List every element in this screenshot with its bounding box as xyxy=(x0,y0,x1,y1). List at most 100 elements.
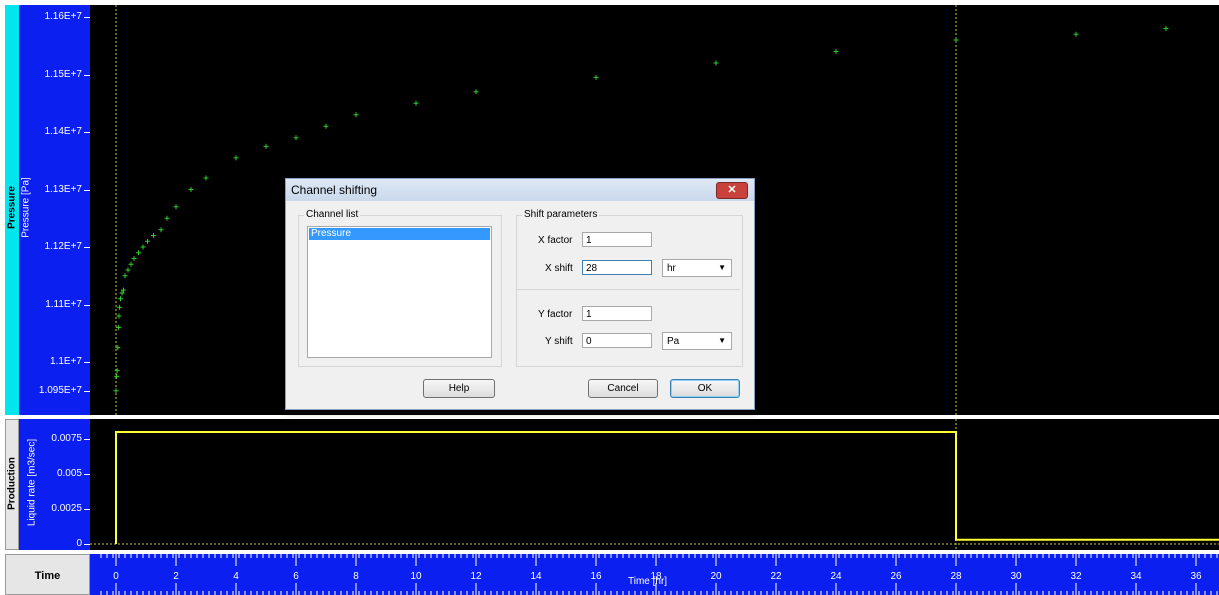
production-chart xyxy=(90,419,1219,550)
x-factor-input[interactable]: 1 xyxy=(582,232,652,247)
help-button[interactable]: Help xyxy=(423,379,495,398)
time-tick-label: 34 xyxy=(1130,571,1142,582)
time-tick-label: 24 xyxy=(830,571,842,582)
pressure-data-point xyxy=(953,37,959,43)
pressure-data-point xyxy=(323,123,329,129)
x-shift-label: X shift xyxy=(545,263,573,274)
channel-shifting-dialog: Channel shifting ✕ Channel list Pressure… xyxy=(285,178,755,410)
chevron-down-icon: ▼ xyxy=(718,336,726,345)
x-unit-value: hr xyxy=(667,263,676,274)
pressure-data-point xyxy=(128,261,134,267)
pressure-data-point xyxy=(125,267,131,273)
time-axis-label: Time [hr] xyxy=(628,576,668,587)
time-channel-box[interactable]: Time xyxy=(5,554,90,595)
chevron-down-icon: ▼ xyxy=(718,263,726,272)
pressure-y-tick-label: 1.16E+7 xyxy=(44,11,82,22)
channel-listbox[interactable]: Pressure xyxy=(307,226,492,358)
pressure-data-point xyxy=(115,325,121,330)
pressure-data-point xyxy=(164,215,170,221)
x-shift-input[interactable]: 28 xyxy=(582,260,652,275)
pressure-data-point xyxy=(117,304,123,310)
pressure-data-point xyxy=(151,233,156,238)
pressure-data-point xyxy=(113,388,119,394)
pressure-data-point xyxy=(353,112,359,118)
time-tick-label: 22 xyxy=(770,571,782,582)
pressure-y-tick-label: 1.1E+7 xyxy=(50,356,82,367)
time-tick-label: 14 xyxy=(530,571,542,582)
pressure-data-point xyxy=(188,187,194,192)
production-channel-label: Production xyxy=(6,457,18,510)
y-factor-input[interactable]: 1 xyxy=(582,306,652,321)
pressure-data-point xyxy=(233,155,239,161)
pressure-y-tick-label: 1.12E+7 xyxy=(44,241,82,252)
time-x-axis[interactable]: 0 2 4 6 8 10 12 14 16 18 20 22 24 26 28 30 32 34 36 Time [… xyxy=(90,554,1219,595)
pressure-data-point xyxy=(713,60,719,66)
pressure-data-point xyxy=(158,227,164,233)
y-shift-label: Y shift xyxy=(545,336,573,347)
time-tick-label: 10 xyxy=(410,571,422,582)
pressure-data-point xyxy=(203,175,209,181)
pressure-data-point xyxy=(114,373,120,379)
time-axis-ticks: 0 2 4 6 8 10 12 14 16 18 20 22 24 26 28 30 32 34 36 xyxy=(100,554,1218,595)
cancel-button[interactable]: Cancel xyxy=(588,379,658,398)
pressure-data-point xyxy=(140,244,146,250)
production-plot-area[interactable] xyxy=(90,419,1219,550)
pressure-data-point xyxy=(116,313,122,319)
time-tick-label: 0 xyxy=(113,571,119,582)
time-tick-label: 36 xyxy=(1190,571,1202,582)
pressure-data-point xyxy=(293,135,299,141)
ok-button[interactable]: OK xyxy=(670,379,740,398)
time-tick-label: 28 xyxy=(950,571,962,582)
pressure-y-tick-label: 1.11E+7 xyxy=(45,298,82,310)
time-tick-label: 8 xyxy=(353,571,359,582)
pressure-data-point xyxy=(118,296,123,302)
pressure-y-tick-label: 1.095E+7 xyxy=(38,384,82,396)
time-tick-label: 20 xyxy=(710,571,722,582)
liquid-rate-line xyxy=(115,431,1219,544)
pressure-y-tick-label: 1.14E+7 xyxy=(44,126,82,137)
production-axis-label: Liquid rate [m3/sec] xyxy=(26,438,38,527)
production-y-tick-label: 0.0025 xyxy=(51,503,82,514)
pressure-data-point xyxy=(413,100,419,106)
time-tick-label: 6 xyxy=(293,571,299,582)
close-icon[interactable]: ✕ xyxy=(716,182,748,199)
time-tick-label: 26 xyxy=(890,571,902,582)
production-y-tick-label: 0 xyxy=(76,538,82,549)
pressure-data-point xyxy=(131,256,137,261)
channel-list-item-pressure[interactable]: Pressure xyxy=(309,228,490,240)
production-y-tick-label: 0.0075 xyxy=(51,433,82,444)
dialog-title-bar[interactable]: Channel shifting ✕ xyxy=(286,179,754,201)
pressure-axis-label: Pressure [Pa] xyxy=(20,177,32,238)
time-tick-label: 12 xyxy=(470,571,482,582)
time-tick-label: 4 xyxy=(233,571,239,582)
pressure-data-point xyxy=(1163,26,1169,31)
pressure-channel-strip[interactable]: Pressure xyxy=(5,5,19,415)
channel-list-label: Channel list xyxy=(304,209,361,220)
time-channel-label: Time xyxy=(34,570,61,582)
time-tick-label: 32 xyxy=(1070,571,1082,582)
pressure-data-point xyxy=(145,238,150,244)
production-channel-strip[interactable]: Production xyxy=(5,419,19,550)
pressure-y-tick-label: 1.15E+7 xyxy=(44,68,82,80)
time-tick-label: 30 xyxy=(1010,571,1022,582)
dialog-title: Channel shifting xyxy=(291,183,378,197)
y-factor-label: Y factor xyxy=(538,309,573,320)
pressure-y-axis[interactable]: Pressure [Pa] 1.16E+7 1.15E+7 1.14E+7 1.13E… xyxy=(19,5,90,415)
pressure-data-point xyxy=(122,273,128,279)
pressure-channel-label: Pressure xyxy=(6,186,18,229)
pressure-data-point xyxy=(833,49,839,54)
y-shift-input[interactable]: 0 xyxy=(582,333,652,348)
time-tick-label: 2 xyxy=(173,571,179,582)
production-y-axis[interactable]: Liquid rate [m3/sec] 0.0075 0.005 0.0025 0 xyxy=(19,419,90,550)
pressure-data-point xyxy=(263,143,269,149)
pressure-data-point xyxy=(173,204,179,210)
x-unit-select[interactable]: hr ▼ xyxy=(662,259,732,277)
pressure-data-point xyxy=(114,368,120,374)
pressure-y-tick-label: 1.13E+7 xyxy=(44,183,82,195)
pressure-data-point xyxy=(593,74,599,80)
time-tick-label: 16 xyxy=(590,571,602,582)
pressure-data-point xyxy=(473,89,479,95)
production-y-tick-label: 0.005 xyxy=(56,468,82,479)
y-unit-select[interactable]: Pa ▼ xyxy=(662,332,732,350)
x-factor-label: X factor xyxy=(538,235,573,246)
